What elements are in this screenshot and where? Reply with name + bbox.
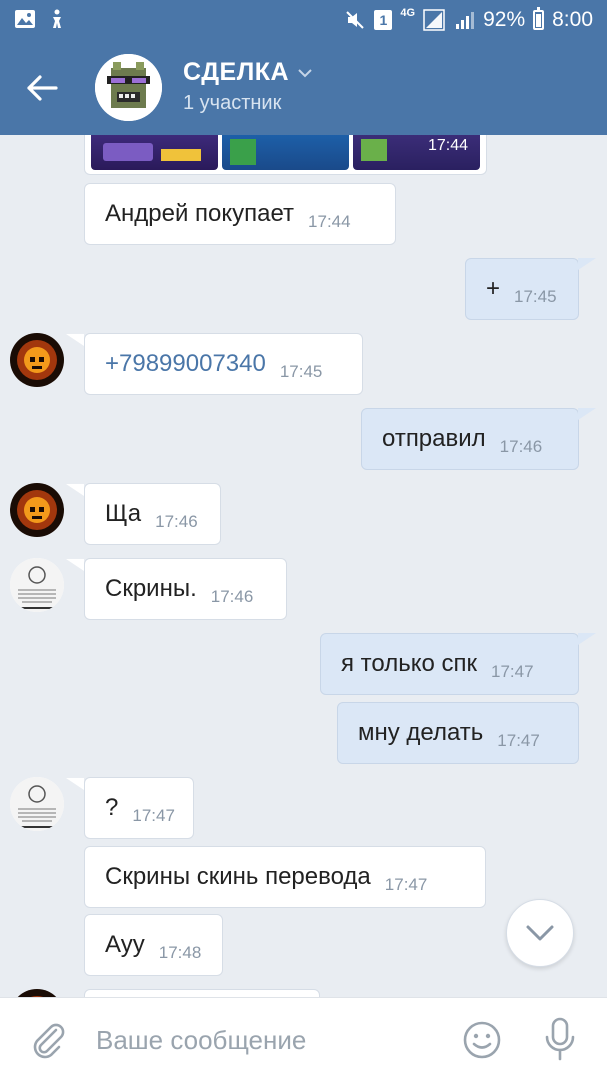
message-bubble-incoming[interactable]: Ща 17:46 (84, 483, 221, 545)
bubble-tail (66, 484, 84, 496)
message-input[interactable] (96, 1020, 436, 1060)
media-thumbnail[interactable] (222, 135, 349, 170)
avatar-image (10, 483, 64, 537)
bubble-tail (578, 408, 596, 420)
chat-header: СДЕЛКА 1 участник (0, 40, 607, 135)
message-composer (0, 997, 607, 1080)
chat-title-text: СДЕЛКА (183, 58, 290, 86)
gallery-icon (15, 10, 35, 28)
message-time: 17:46 (499, 437, 543, 456)
avatar-image (10, 989, 64, 997)
sender-avatar[interactable] (10, 333, 64, 387)
message-text: Андрей покупает (105, 200, 295, 227)
accessibility-icon (53, 9, 61, 28)
media-time: 17:44 (427, 137, 468, 154)
smiley-icon (463, 1021, 501, 1059)
bubble-tail (66, 778, 84, 790)
emoji-button[interactable] (462, 1020, 502, 1060)
attach-button[interactable] (28, 1020, 68, 1060)
message-bubble-outgoing[interactable]: отправил 17:46 (361, 408, 579, 470)
message-bubble-incoming[interactable]: Ауу 17:48 (84, 914, 223, 976)
chat-avatar[interactable] (95, 54, 162, 121)
scroll-down-button[interactable] (506, 899, 574, 967)
message-text: я только спк (341, 650, 477, 677)
message-bubble-incoming[interactable]: ? 17:47 (84, 777, 194, 839)
message-bubble-incoming[interactable]: +79899007340 17:45 (84, 333, 363, 395)
message-time: 17:44 (308, 212, 351, 231)
bubble-tail (66, 559, 84, 571)
message-bubble-outgoing[interactable]: + 17:45 (465, 258, 579, 320)
chat-avatar-image (95, 54, 162, 121)
chat-title[interactable]: СДЕЛКА (183, 58, 313, 87)
bubble-tail (578, 258, 596, 270)
message-time: 17:46 (210, 587, 254, 606)
message-time: 17:47 (132, 806, 175, 825)
message-text: Ауу (105, 931, 145, 958)
phone-link[interactable]: +79899007340 (105, 350, 266, 378)
microphone-button[interactable] (542, 1016, 578, 1062)
bubble-tail (578, 633, 596, 645)
battery-icon (533, 7, 545, 30)
sim-badge: 1 (374, 10, 393, 30)
arrow-left-icon (27, 75, 58, 101)
message-time: 17:47 (384, 875, 428, 894)
message-text: Скрины. (105, 575, 197, 602)
sender-avatar[interactable] (10, 777, 64, 831)
message-bubble-outgoing[interactable]: я только спк 17:47 (320, 633, 579, 695)
chevron-down-icon (526, 925, 554, 941)
message-text: отправил (382, 425, 486, 452)
message-bubble-incoming[interactable] (84, 989, 320, 997)
back-button[interactable] (22, 68, 62, 108)
sender-avatar[interactable] (10, 558, 64, 612)
message-list[interactable]: 17:44 Андрей покупает 17:44 + 17:45 +798… (0, 135, 607, 997)
network-type: 4G (400, 7, 416, 19)
avatar-image (10, 777, 64, 831)
sender-avatar[interactable] (10, 483, 64, 537)
message-time: 17:45 (514, 287, 557, 306)
battery-percent: 92% (483, 8, 526, 31)
message-time: 17:47 (491, 662, 534, 681)
signal-bars-icon (456, 12, 475, 29)
message-text: + (486, 275, 501, 302)
microphone-icon (545, 1017, 575, 1061)
message-text: Ща (105, 500, 142, 527)
message-bubble-outgoing[interactable]: мну делать 17:47 (337, 702, 579, 764)
chat-subtitle: 1 участник (183, 92, 282, 114)
media-attachment[interactable]: 17:44 (84, 135, 487, 175)
message-time: 17:46 (155, 512, 198, 531)
media-thumbnail[interactable]: 17:44 (353, 135, 480, 170)
media-thumbnail[interactable] (91, 135, 218, 170)
status-bar: 1 4G 92% 8:00 (0, 0, 607, 40)
message-text: Скрины скинь перевода (105, 863, 371, 890)
message-time: 17:45 (279, 362, 323, 381)
chevron-down-icon (298, 68, 312, 77)
message-time: 17:48 (158, 943, 202, 962)
avatar-image (10, 558, 64, 612)
message-text: мну делать (358, 719, 484, 746)
message-bubble-incoming[interactable]: Скрины. 17:46 (84, 558, 287, 620)
sender-avatar[interactable] (10, 989, 64, 997)
message-text: ? (105, 794, 119, 821)
clock: 8:00 (552, 8, 593, 31)
message-bubble-incoming[interactable]: Андрей покупает 17:44 (84, 183, 396, 245)
avatar-image (10, 333, 64, 387)
message-bubble-incoming[interactable]: Скрины скинь перевода 17:47 (84, 846, 486, 908)
bubble-tail (66, 334, 84, 346)
paperclip-icon (33, 1023, 65, 1059)
mute-icon (346, 11, 365, 29)
message-time: 17:47 (497, 731, 540, 750)
signal-icon (423, 9, 445, 31)
